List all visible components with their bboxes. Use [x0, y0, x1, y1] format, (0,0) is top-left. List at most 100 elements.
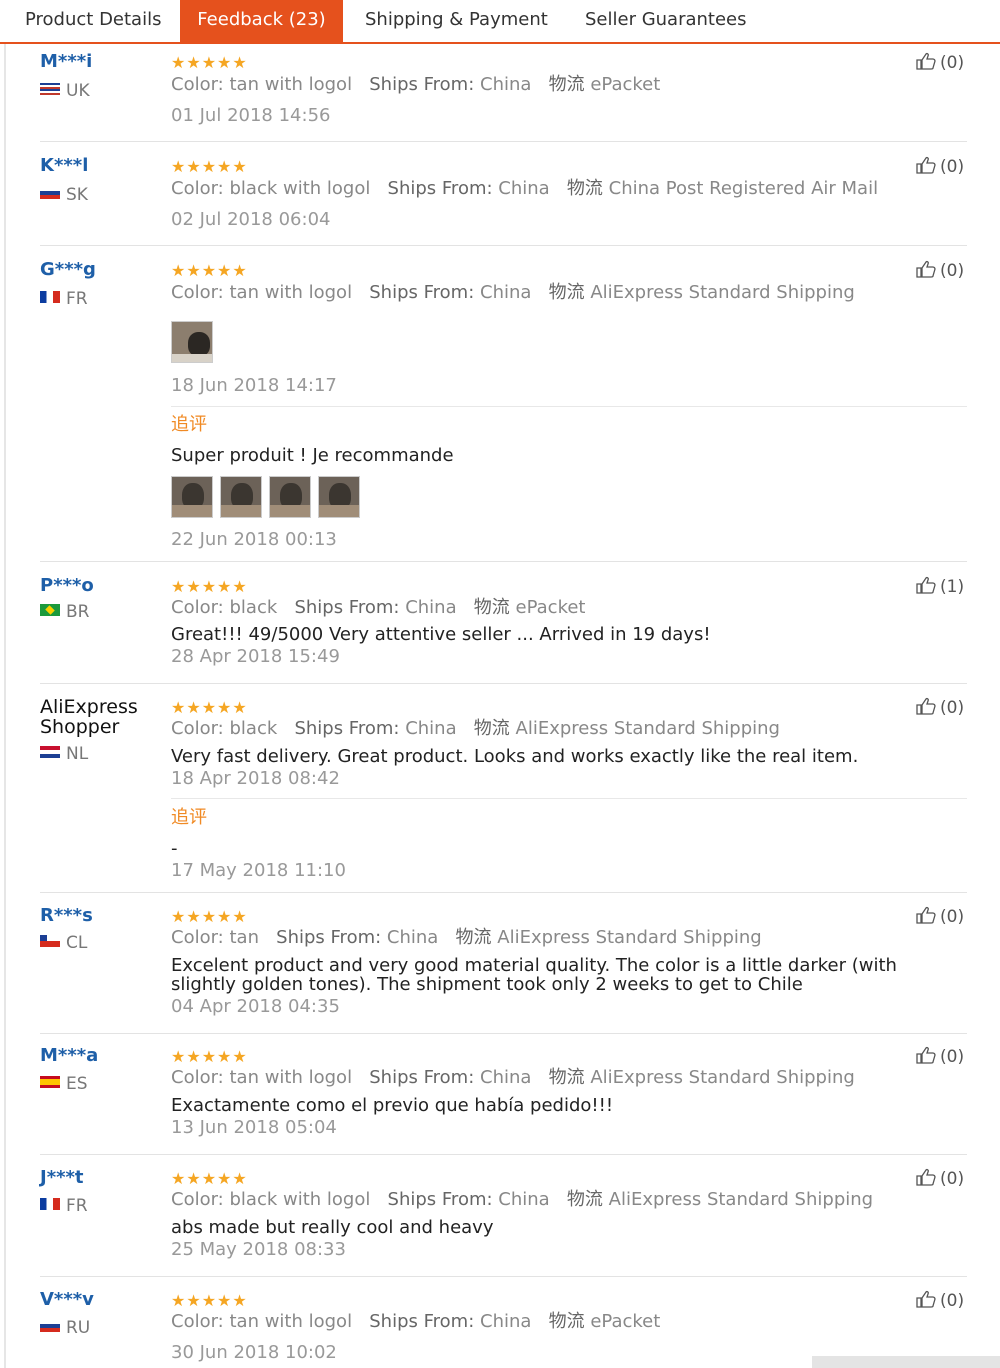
- flag-es-icon: [40, 1076, 60, 1088]
- review-divider: [40, 561, 967, 562]
- review-meta: Color: tan with logol Ships From: China …: [171, 1067, 855, 1088]
- horizontal-scrollbar[interactable]: [812, 1356, 1000, 1368]
- review-meta: Color: tan with logol Ships From: China …: [171, 282, 855, 303]
- reviewer-country: FR: [40, 1196, 88, 1216]
- review-date: 28 Apr 2018 15:49: [171, 646, 340, 667]
- review-divider: [40, 245, 967, 246]
- review-date: 18 Jun 2018 14:17: [171, 375, 337, 396]
- helpful-button[interactable]: (1): [916, 576, 964, 598]
- reviewer-country: ES: [40, 1074, 88, 1094]
- review-item: G***g FR ★★★★★ Color: tan with logol Shi…: [0, 260, 1000, 568]
- helpful-button[interactable]: (0): [916, 156, 964, 178]
- star-rating: ★★★★★: [171, 698, 248, 717]
- review-item: P***o BR ★★★★★ Color: black Ships From: …: [0, 576, 1000, 686]
- tab-product-details[interactable]: Product Details: [25, 0, 161, 42]
- star-rating: ★★★★★: [171, 157, 248, 176]
- thumbs-up-icon: [916, 52, 938, 70]
- reviewer-name[interactable]: G***g: [40, 260, 96, 280]
- star-rating: ★★★★★: [171, 1169, 248, 1188]
- append-divider: [171, 798, 967, 799]
- review-item: R***s CL ★★★★★ Color: tan Ships From: Ch…: [0, 906, 1000, 1038]
- helpful-button[interactable]: (0): [916, 1046, 964, 1068]
- star-rating: ★★★★★: [171, 907, 248, 926]
- review-divider: [40, 683, 967, 684]
- reviewer-country: CL: [40, 933, 87, 953]
- helpful-button[interactable]: (0): [916, 260, 964, 282]
- thumbs-up-icon: [916, 1290, 938, 1308]
- review-item: M***a ES ★★★★★ Color: tan with logol Shi…: [0, 1046, 1000, 1156]
- flag-nl-icon: [40, 746, 60, 758]
- review-divider: [40, 141, 967, 142]
- flag-ru-icon: [40, 1320, 60, 1332]
- review-meta: Color: tan with logol Ships From: China …: [171, 74, 661, 95]
- helpful-button[interactable]: (0): [916, 52, 964, 74]
- review-date: 25 May 2018 08:33: [171, 1239, 346, 1260]
- reviewer-name[interactable]: M***a: [40, 1046, 98, 1066]
- reviewer-name[interactable]: R***s: [40, 906, 93, 926]
- thumbs-up-icon: [916, 260, 938, 278]
- review-text: abs made but really cool and heavy: [171, 1217, 494, 1238]
- additional-feedback-label: 追评: [171, 807, 207, 828]
- helpful-button[interactable]: (0): [916, 697, 964, 719]
- review-meta: Color: tan with logol Ships From: China …: [171, 1311, 661, 1332]
- review-meta: Color: black with logol Ships From: Chin…: [171, 178, 879, 199]
- review-meta: Color: black Ships From: China 物流 ePacke…: [171, 597, 586, 618]
- append-date: 22 Jun 2018 00:13: [171, 529, 337, 550]
- feedback-tabs: Product Details Feedback (23) Shipping &…: [0, 0, 1000, 44]
- additional-feedback-label: 追评: [171, 414, 207, 435]
- helpful-button[interactable]: (0): [916, 906, 964, 928]
- star-rating: ★★★★★: [171, 261, 248, 280]
- thumbs-up-icon: [916, 1046, 938, 1064]
- review-item: AliExpress Shopper NL ★★★★★ Color: black…: [0, 697, 1000, 895]
- reviewer-name[interactable]: J***t: [40, 1168, 84, 1188]
- thumbs-up-icon: [916, 697, 938, 715]
- helpful-button[interactable]: (0): [916, 1168, 964, 1190]
- review-date: 13 Jun 2018 05:04: [171, 1117, 337, 1138]
- review-photo[interactable]: [171, 476, 213, 518]
- flag-uk-icon: [40, 83, 60, 95]
- review-date: 18 Apr 2018 08:42: [171, 768, 340, 789]
- reviewer-name[interactable]: M***i: [40, 52, 92, 72]
- reviewer-name[interactable]: V***v: [40, 1290, 94, 1310]
- review-photo[interactable]: [171, 321, 213, 363]
- star-rating: ★★★★★: [171, 1291, 248, 1310]
- star-rating: ★★★★★: [171, 53, 248, 72]
- review-photo[interactable]: [220, 476, 262, 518]
- review-date: 30 Jun 2018 10:02: [171, 1342, 337, 1363]
- review-divider: [40, 892, 967, 893]
- reviewer-name[interactable]: P***o: [40, 576, 94, 596]
- review-date: 01 Jul 2018 14:56: [171, 105, 331, 126]
- reviewer-country: NL: [40, 744, 88, 764]
- append-divider: [171, 406, 967, 407]
- thumbs-up-icon: [916, 906, 938, 924]
- flag-br-icon: [40, 604, 60, 616]
- reviewer-country: SK: [40, 185, 88, 205]
- thumbs-up-icon: [916, 1168, 938, 1186]
- review-meta: Color: black with logol Ships From: Chin…: [171, 1189, 874, 1210]
- helpful-button[interactable]: (0): [916, 1290, 964, 1312]
- review-item: K***l SK ★★★★★ Color: black with logol S…: [0, 156, 1000, 254]
- review-text: Exactamente como el previo que había ped…: [171, 1095, 614, 1116]
- thumbs-up-icon: [916, 156, 938, 174]
- review-divider: [40, 1033, 967, 1034]
- append-date: 17 May 2018 11:10: [171, 860, 346, 881]
- review-item: M***i UK ★★★★★ Color: tan with logol Shi…: [0, 52, 1000, 150]
- review-divider: [40, 1276, 967, 1277]
- append-text: Super produit ! Je recommande: [171, 445, 454, 466]
- review-date: 02 Jul 2018 06:04: [171, 209, 331, 230]
- review-meta: Color: tan Ships From: China 物流 AliExpre…: [171, 927, 762, 948]
- reviewer-country: BR: [40, 602, 89, 622]
- tab-feedback[interactable]: Feedback (23): [180, 0, 343, 42]
- flag-cl-icon: [40, 935, 60, 947]
- review-text: Very fast delivery. Great product. Looks…: [171, 746, 859, 767]
- review-photo[interactable]: [269, 476, 311, 518]
- reviewer-name[interactable]: AliExpress Shopper: [40, 697, 150, 737]
- tab-shipping-payment[interactable]: Shipping & Payment: [365, 0, 548, 42]
- star-rating: ★★★★★: [171, 1047, 248, 1066]
- tab-seller-guarantees[interactable]: Seller Guarantees: [585, 0, 747, 42]
- review-meta: Color: black Ships From: China 物流 AliExp…: [171, 718, 780, 739]
- review-photo[interactable]: [318, 476, 360, 518]
- reviewer-country: FR: [40, 289, 88, 309]
- review-date: 04 Apr 2018 04:35: [171, 996, 340, 1017]
- reviewer-name[interactable]: K***l: [40, 156, 88, 176]
